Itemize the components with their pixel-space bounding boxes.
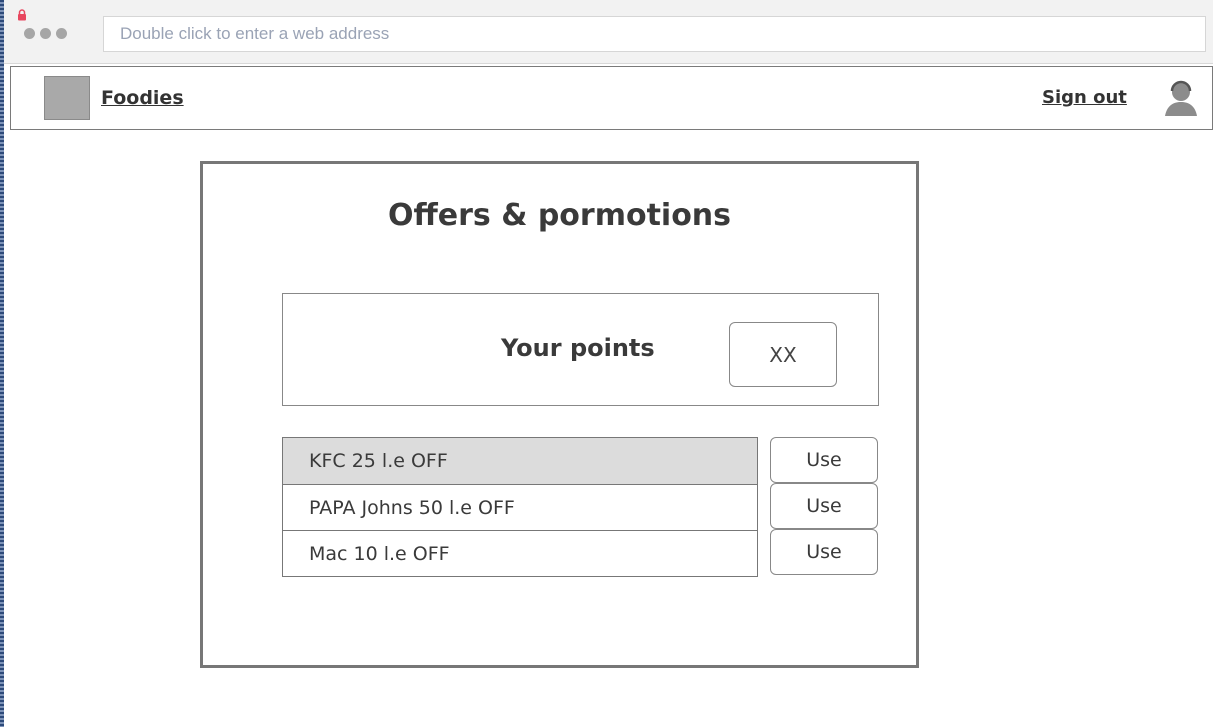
address-bar-input[interactable] (103, 16, 1206, 52)
offers-list: KFC 25 l.e OFF PAPA Johns 50 l.e OFF Mac… (282, 437, 758, 577)
logo-placeholder[interactable] (44, 76, 90, 120)
window-dot-icon[interactable] (24, 28, 35, 39)
sign-out-link[interactable]: Sign out (1042, 87, 1127, 108)
window-dot-icon[interactable] (56, 28, 67, 39)
offer-row-papa-johns[interactable]: PAPA Johns 50 l.e OFF (283, 484, 757, 530)
window-controls (24, 28, 67, 39)
offers-panel: Offers & pormotions Your points XX KFC 2… (200, 161, 919, 668)
use-offer-button-kfc[interactable]: Use (770, 437, 878, 483)
offer-row-mac[interactable]: Mac 10 l.e OFF (283, 530, 757, 576)
use-offer-button-papa-johns[interactable]: Use (770, 483, 878, 529)
points-label: Your points (501, 334, 655, 362)
lock-icon (18, 9, 26, 21)
page-title: Offers & pormotions (387, 198, 732, 233)
points-card: Your points XX (282, 293, 879, 406)
offer-row-kfc[interactable]: KFC 25 l.e OFF (283, 438, 757, 484)
brand-link[interactable]: Foodies (101, 87, 184, 109)
use-offer-button-mac[interactable]: Use (770, 529, 878, 575)
window-dot-icon[interactable] (40, 28, 51, 39)
site-header: Foodies Sign out (10, 66, 1213, 130)
user-avatar-icon[interactable] (1161, 78, 1201, 118)
window-frame-edge (0, 0, 4, 727)
points-value: XX (729, 322, 837, 387)
browser-toolbar (4, 0, 1213, 64)
